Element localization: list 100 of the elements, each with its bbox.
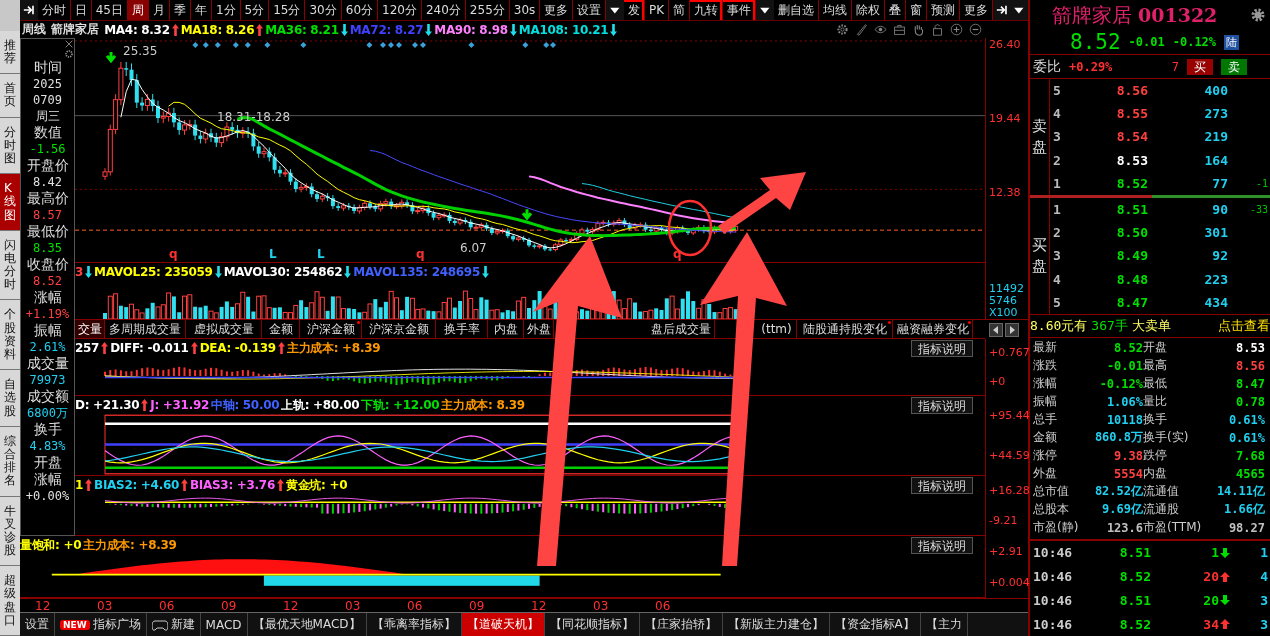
ma-legend-text: MA90: 8.98: [434, 22, 508, 37]
legend-text: 量饱和: +0: [20, 536, 82, 554]
period-tab[interactable]: 255分: [465, 0, 510, 20]
toolbar-button[interactable]: 事件: [723, 0, 757, 20]
period-tab[interactable]: 30s: [509, 0, 541, 20]
stat-label: 总股本: [1033, 501, 1070, 519]
toolbar-button[interactable]: 叠: [884, 0, 906, 20]
settings-icon[interactable]: [64, 49, 74, 59]
zoom-out-icon[interactable]: [969, 23, 982, 36]
expand-icon[interactable]: [995, 3, 1008, 17]
period-tab[interactable]: 5分: [240, 0, 270, 20]
lock-icon[interactable]: [931, 23, 944, 36]
info-value: -1.56: [29, 141, 66, 157]
sell-button[interactable]: 卖: [1221, 58, 1247, 75]
ratio-value: +0.29%: [1069, 59, 1114, 74]
legend-text: 主力成本: 8.39: [441, 396, 525, 414]
stat-label: 金额: [1033, 429, 1058, 447]
toolbar-button[interactable]: 删自选: [773, 0, 819, 20]
toolbar-button[interactable]: PK: [644, 0, 670, 20]
side-tab[interactable]: 自选股: [0, 370, 20, 427]
tick-count: 1: [1259, 545, 1269, 561]
down-arrow-icon: [521, 207, 533, 221]
indicator-tab[interactable]: 交量: [75, 320, 105, 338]
stat-value: 0.61%: [1227, 430, 1265, 445]
ma-legend-text: MA108: 10.21: [518, 22, 609, 37]
indicator-help-button[interactable]: 指标说明: [911, 396, 973, 414]
view-link[interactable]: 点击查看: [1218, 316, 1270, 335]
eye-icon[interactable]: [874, 23, 887, 36]
toolbar-button[interactable]: 九转: [690, 0, 724, 20]
tick-time: 10:46: [1032, 592, 1074, 608]
close-icon[interactable]: [64, 39, 74, 49]
side-tab[interactable]: 超级盘口: [0, 566, 20, 636]
ma-legend-text: MA36: 8.21: [265, 22, 339, 37]
indicator-help-button[interactable]: 指标说明: [911, 339, 973, 357]
side-tab[interactable]: 首页: [0, 74, 20, 118]
briefcase-icon[interactable]: [893, 23, 906, 36]
diamond-marker: [366, 42, 373, 48]
period-tab[interactable]: 更多: [540, 0, 574, 20]
legend-text: DEA: -0.139: [199, 341, 276, 355]
stock-name: 箭牌家居: [51, 21, 99, 38]
date-label: 12: [531, 599, 548, 614]
tick-price: 8.51: [1118, 592, 1151, 608]
toolbar-button[interactable]: 简: [669, 0, 691, 20]
toolbar-button[interactable]: 更多: [959, 0, 993, 20]
pen-icon[interactable]: [855, 23, 868, 36]
ma-legend-text: MA72: 8.27: [349, 22, 424, 37]
toolbar-button[interactable]: 预测: [926, 0, 960, 20]
period-tab[interactable]: 年: [190, 0, 212, 20]
date-label: 12: [35, 599, 52, 614]
side-tab[interactable]: 综合排名: [0, 426, 20, 497]
side-tab[interactable]: K线图: [0, 174, 20, 231]
period-tab[interactable]: 1分: [211, 0, 241, 20]
toolbar-button[interactable]: 除权: [851, 0, 885, 20]
period-tab[interactable]: 15分: [269, 0, 306, 20]
info-label: 最低价: [26, 223, 69, 240]
stat-value: 8.56: [1235, 358, 1265, 373]
period-tab[interactable]: 设置: [573, 0, 607, 20]
stat-label: 涨幅: [1033, 375, 1058, 393]
period-tab[interactable]: 60分: [341, 0, 379, 20]
toolbar-button[interactable]: 发: [623, 0, 645, 20]
diamond-marker: [300, 42, 307, 48]
collapse-icon[interactable]: [23, 3, 35, 17]
hand-icon[interactable]: [912, 23, 925, 36]
period-tab[interactable]: 季: [169, 0, 191, 20]
period-tab[interactable]: 分时: [37, 0, 71, 20]
period-tab[interactable]: 周: [127, 0, 149, 20]
scroll-left-icon[interactable]: [989, 322, 1003, 337]
period-tab[interactable]: 日: [70, 0, 92, 20]
settings-icon[interactable]: [1250, 7, 1266, 23]
zoom-in-icon[interactable]: [950, 23, 963, 36]
side-tab[interactable]: 牛叉诊股: [0, 496, 20, 567]
price-label: 18.31-18.28: [217, 110, 291, 124]
stat-label: 量比: [1143, 393, 1168, 411]
toolbar-button[interactable]: 均线: [818, 0, 852, 20]
stat-value: 0.61%: [1227, 412, 1265, 427]
indicator-help-button[interactable]: 指标说明: [911, 536, 973, 554]
settings-icon[interactable]: [836, 23, 849, 36]
formula-tab[interactable]: 【道破天机】: [461, 613, 545, 636]
ask-volume: 164: [1203, 152, 1228, 168]
side-tab[interactable]: 闪电分时: [0, 230, 20, 301]
date-label: 09: [469, 599, 486, 614]
axis-label: -9.21: [989, 514, 1019, 528]
date-label: 03: [345, 599, 362, 614]
period-tab[interactable]: 30分: [305, 0, 342, 20]
period-tab[interactable]: 120分: [378, 0, 422, 20]
period-tab[interactable]: 45日: [91, 0, 128, 20]
period-tab[interactable]: 月: [148, 0, 170, 20]
side-tab[interactable]: 个股资料: [0, 300, 20, 371]
scroll-right-icon[interactable]: [1005, 322, 1019, 337]
period-tab[interactable]: 240分: [421, 0, 466, 20]
stat-label: 换手(实): [1143, 429, 1190, 447]
indicator-help-button[interactable]: 指标说明: [911, 476, 973, 494]
toolbar-button[interactable]: 窗: [905, 0, 927, 20]
buy-button[interactable]: 买: [1187, 58, 1213, 75]
indicator-tab[interactable]: 外盘: [524, 320, 554, 338]
stat-label: 流通值: [1143, 483, 1180, 501]
signal-marker: q: [415, 248, 426, 261]
side-tab[interactable]: 分时图: [0, 117, 20, 175]
side-tab[interactable]: 推荐: [0, 30, 20, 75]
diamond-marker: [192, 42, 199, 48]
